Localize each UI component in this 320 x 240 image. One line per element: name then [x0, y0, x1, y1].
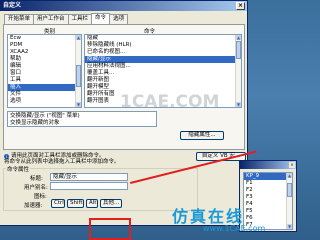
icon-label: 图标:	[34, 194, 47, 200]
key-item[interactable]: F1	[244, 180, 292, 187]
key-item[interactable]: F4	[244, 201, 292, 208]
category-item[interactable]: Ecw	[8, 35, 81, 42]
tab-commands[interactable]: 命令	[91, 13, 111, 24]
commands-scrollbar[interactable]: ▲ ▼	[235, 35, 241, 107]
shift-button[interactable]: Shift	[67, 199, 84, 208]
tab-user-workbench[interactable]: 用户工作台	[33, 14, 69, 24]
command-item[interactable]: 应用材料法视图...	[85, 63, 241, 70]
info-text: 请用此页面对工具栏添加或删除命令。 将命令从此列表中选择拖入工具栏中添加命令。	[4, 153, 120, 165]
customize-dialog: 自定义 × 开始菜单 用户工作台 工具栏 命令 选项 类别 命令 Ecw PDM X…	[0, 0, 248, 226]
command-item[interactable]: 已命名的视图...	[85, 49, 241, 56]
scroll-down-icon[interactable]: ▼	[236, 102, 241, 107]
user-alias-label: 用户别名:	[24, 185, 48, 191]
scroll-up-icon[interactable]: ▲	[236, 35, 241, 40]
key-item[interactable]: F6	[244, 215, 292, 222]
category-item[interactable]: 工具	[8, 77, 81, 84]
scroll-thumb[interactable]	[287, 183, 292, 197]
command-item[interactable]: 隐藏	[85, 35, 241, 42]
command-item[interactable]: 移除隐藏线 (HLR)	[85, 42, 241, 49]
commands-panel: 类别 命令 Ecw PDM XCAA2 帮助 编辑 窗口 工具 插入 文件 选项 ▲ ▼ 隐藏 移除…	[3, 24, 245, 150]
description-box: 交换隐藏/显示 ("视图" 菜单) 交换显示隐藏的对象	[7, 111, 157, 127]
command-item[interactable]: 翻开模型	[85, 84, 241, 91]
key-list-scrollbar[interactable]: ▲ ▼	[286, 173, 292, 229]
key-item[interactable]: KP_9	[244, 173, 292, 180]
title-field[interactable]: 隐藏/显示	[50, 173, 128, 181]
category-item[interactable]: 窗口	[8, 70, 81, 77]
key-list-titlebar	[240, 161, 296, 169]
scroll-up-icon[interactable]: ▲	[76, 35, 81, 40]
close-button[interactable]: ×	[236, 2, 245, 10]
alt-button[interactable]: Alt	[86, 199, 98, 208]
command-item[interactable]: 隐藏/显示	[85, 56, 241, 63]
tab-toolbars[interactable]: 工具栏	[67, 14, 93, 24]
tab-strip: 开始菜单 用户工作台 工具栏 命令 选项	[4, 13, 129, 24]
title-bar: 自定义 ×	[0, 1, 247, 11]
user-alias-field[interactable]	[50, 182, 128, 190]
scroll-down-icon[interactable]: ▼	[287, 224, 292, 229]
highlight-box	[89, 218, 131, 240]
category-item[interactable]: 编辑	[8, 63, 81, 70]
category-item[interactable]: XCAA2	[8, 49, 81, 56]
key-item[interactable]: F2	[244, 187, 292, 194]
category-item[interactable]: 选项	[8, 98, 81, 105]
tab-options[interactable]: 选项	[109, 14, 129, 24]
title-label: 标题:	[30, 176, 43, 182]
command-item[interactable]: 翻开新图	[85, 77, 241, 84]
categories-list[interactable]: Ecw PDM XCAA2 帮助 编辑 窗口 工具 插入 文件 选项 ▲ ▼	[7, 34, 82, 108]
command-item[interactable]: 覆盖工具...	[85, 70, 241, 77]
site-url-watermark: www.1CAE.com	[203, 224, 266, 233]
key-item[interactable]: F5	[244, 208, 292, 215]
accelerator-label: 加速器:	[24, 203, 43, 209]
scroll-down-icon[interactable]: ▼	[76, 102, 81, 107]
category-item[interactable]: 帮助	[8, 56, 81, 63]
command-properties-legend: 命令属性	[6, 165, 31, 173]
tab-start-menu[interactable]: 开始菜单	[4, 14, 35, 24]
scroll-thumb[interactable]	[76, 65, 81, 87]
show-properties-button[interactable]: 隐藏属性...	[180, 131, 224, 140]
scroll-thumb[interactable]	[236, 41, 241, 59]
dialog-title: 自定义	[3, 2, 22, 9]
key-list-window: × KP_9F1F2F3F4F5F6F7F8F9 ▲ ▼	[239, 160, 297, 232]
category-item[interactable]: PDM	[8, 42, 81, 49]
scroll-up-icon[interactable]: ▲	[287, 173, 292, 178]
close-icon[interactable]: ×	[289, 162, 295, 168]
category-item[interactable]: 插入	[8, 84, 81, 91]
categories-scrollbar[interactable]: ▲ ▼	[75, 35, 81, 107]
ctrl-button[interactable]: Ctrl	[51, 199, 65, 208]
category-item[interactable]: 文件	[8, 91, 81, 98]
key-list[interactable]: KP_9F1F2F3F4F5F6F7F8F9 ▲ ▼	[243, 172, 293, 230]
center-watermark: 1CAE.COM	[120, 92, 220, 112]
key-item[interactable]: F3	[244, 194, 292, 201]
other-button[interactable]: 其他...	[100, 199, 122, 208]
